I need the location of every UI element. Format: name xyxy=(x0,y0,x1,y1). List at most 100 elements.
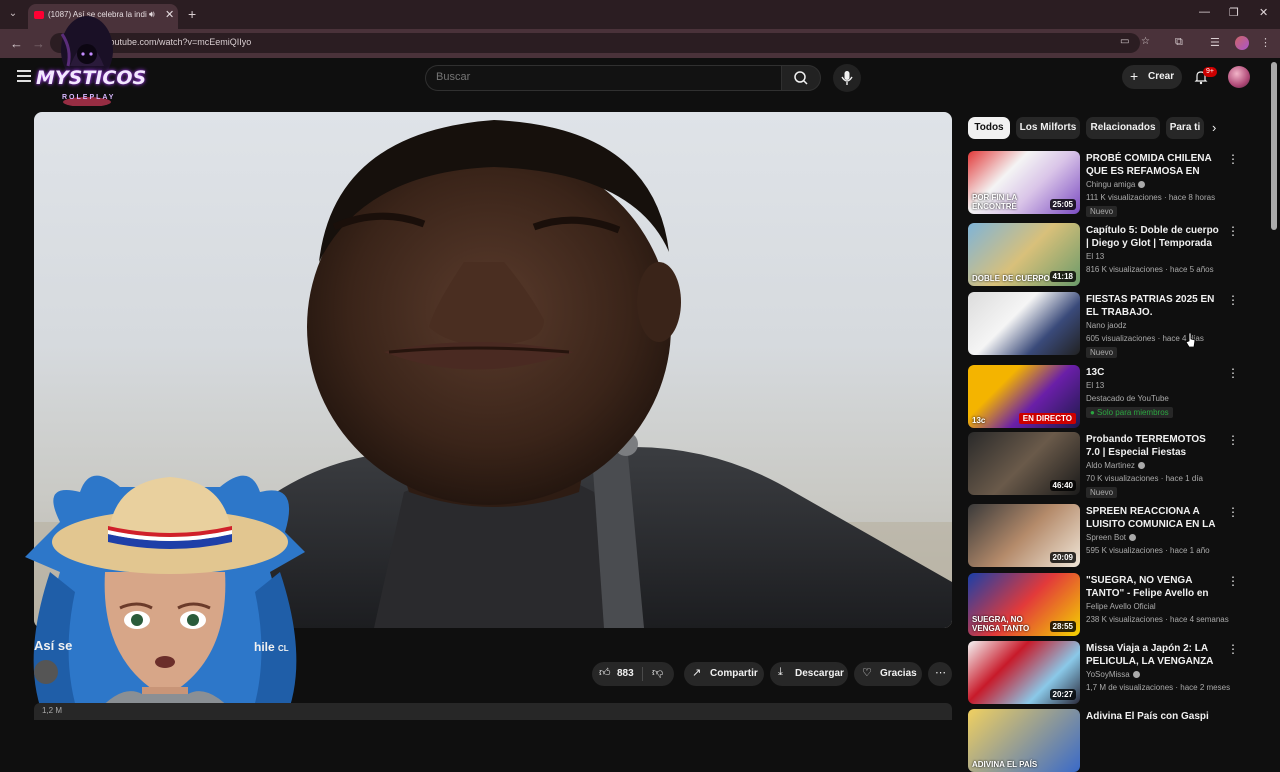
chip-relacionados[interactable]: Relacionados xyxy=(1086,117,1160,139)
more-horizontal-icon: ⋯ xyxy=(935,667,946,679)
description-snippet: 1,2 M xyxy=(42,706,63,715)
recommendation-title[interactable]: SPREEN REACCIONA A LUISITO COMUNICA EN L… xyxy=(1086,505,1221,531)
more-options-icon[interactable]: ⋮ xyxy=(1227,574,1239,588)
chip-para-ti[interactable]: Para ti xyxy=(1166,117,1204,139)
search-button[interactable] xyxy=(781,65,821,91)
recommendation-thumbnail[interactable]: 20:09 xyxy=(968,504,1080,567)
duration-badge: 41:18 xyxy=(1049,271,1076,282)
search-input[interactable] xyxy=(434,70,768,84)
recommendation-thumbnail[interactable]: DOBLE DE CUERPO 41:18 xyxy=(968,223,1080,286)
minimize-icon[interactable]: — xyxy=(1199,6,1210,18)
recommendation-title[interactable]: Capítulo 5: Doble de cuerpo | Diego y Gl… xyxy=(1086,224,1221,250)
plus-icon: + xyxy=(1130,68,1139,84)
thumbnail-caption: POR FIN LA ENCONTRÉ xyxy=(972,193,1018,211)
recommendation-thumbnail[interactable]: ADIVINA EL PAÍS xyxy=(968,709,1080,772)
thumbs-up-icon[interactable]: 👍︎ xyxy=(599,666,611,679)
sidebar-panel-icon[interactable]: ☰ xyxy=(1210,36,1220,49)
channel-avatar[interactable] xyxy=(34,660,58,684)
thumbnail-caption: 13c xyxy=(972,416,986,425)
more-options-icon[interactable]: ⋮ xyxy=(1227,152,1239,166)
address-bar[interactable]: youtube.com/watch?v=mcEemiQIIyo ▭ ☆ xyxy=(50,33,1150,53)
recommendation-thumbnail[interactable]: 20:27 xyxy=(968,641,1080,704)
search-field[interactable] xyxy=(425,65,782,91)
chip-los-milforts[interactable]: Los Milforts xyxy=(1016,117,1080,139)
create-button[interactable]: + Crear xyxy=(1122,65,1182,89)
restore-icon[interactable]: ❐ xyxy=(1229,6,1239,19)
chevron-right-icon[interactable]: › xyxy=(1212,120,1216,135)
verified-check-icon xyxy=(1132,671,1140,678)
download-button[interactable]: ⤓ Descargar xyxy=(770,662,848,686)
recommendation-thumbnail[interactable]: 46:40 xyxy=(968,432,1080,495)
browser-menu-icon[interactable]: ⋮ xyxy=(1260,36,1271,49)
recommendation-thumbnail[interactable]: POR FIN LA ENCONTRÉ 25:05 xyxy=(968,151,1080,214)
search-icon xyxy=(794,71,808,85)
recommendation-meta: 816 K visualizaciones · hace 5 años xyxy=(1086,265,1214,274)
chip-todos[interactable]: Todos xyxy=(968,117,1010,139)
recommendation-channel[interactable]: YoSoyMissa xyxy=(1086,670,1140,679)
browser-profile-avatar[interactable] xyxy=(1235,36,1249,50)
video-title-end: hile CL xyxy=(254,640,289,654)
recommendation-channel[interactable]: Aldo Martinez xyxy=(1086,461,1145,470)
recommendation-channel[interactable]: Spreen Bot xyxy=(1086,533,1137,542)
recommendation-meta: 238 K visualizaciones · hace 4 semanas xyxy=(1086,615,1229,624)
close-window-icon[interactable]: ✕ xyxy=(1259,6,1268,19)
recommendation-title[interactable]: FIESTAS PATRIAS 2025 EN EL TRABAJO. xyxy=(1086,293,1221,319)
thanks-label: Gracias xyxy=(880,668,917,679)
extensions-icon[interactable]: ⧉ xyxy=(1175,36,1183,49)
page-scrollbar[interactable] xyxy=(1271,62,1277,230)
tab-search-icon[interactable]: ⌄ xyxy=(6,7,20,21)
like-count[interactable]: 883 xyxy=(617,668,634,679)
description-box[interactable]: 1,2 M xyxy=(34,703,952,720)
thumbnail-caption: DOBLE DE CUERPO xyxy=(972,274,1050,283)
recommendation-thumbnail[interactable]: 13c EN DIRECTO xyxy=(968,365,1080,428)
account-avatar[interactable] xyxy=(1228,66,1250,88)
new-tab-icon[interactable]: + xyxy=(188,6,196,22)
more-options-icon[interactable]: ⋮ xyxy=(1227,224,1239,238)
thanks-button[interactable]: ♡ Gracias xyxy=(854,662,922,686)
speaker-icon[interactable]: 🔊︎ xyxy=(149,9,155,20)
recommendation-channel[interactable]: El 13 xyxy=(1086,252,1104,261)
thumbnail-caption: SUEGRA, NO VENGA TANTO xyxy=(972,615,1030,633)
like-divider xyxy=(642,667,643,681)
recommendation-thumbnail[interactable]: SUEGRA, NO VENGA TANTO 28:55 xyxy=(968,573,1080,636)
back-arrow-icon[interactable]: ← xyxy=(10,36,23,51)
members-only-badge: ● Solo para miembros xyxy=(1086,407,1173,418)
create-label: Crear xyxy=(1148,71,1175,82)
recommendation-title[interactable]: PROBÉ COMIDA CHILENA QUE ES REFAMOSA EN … xyxy=(1086,152,1221,178)
more-options-icon[interactable]: ⋮ xyxy=(1227,505,1239,519)
more-options-icon[interactable]: ⋮ xyxy=(1227,433,1239,447)
recommendation-title[interactable]: 13C xyxy=(1086,366,1221,379)
new-badge: Nuevo xyxy=(1086,206,1118,217)
recommendation-channel[interactable]: Felipe Avello Oficial xyxy=(1086,602,1156,611)
recommendation-meta: 1,7 M de visualizaciones · hace 2 meses xyxy=(1086,683,1231,692)
more-options-icon[interactable]: ⋮ xyxy=(1227,642,1239,656)
close-tab-icon[interactable]: ✕ xyxy=(165,8,174,21)
recommendation-title[interactable]: "SUEGRA, NO VENGA TANTO" - Felipe Avello… xyxy=(1086,574,1221,600)
duration-badge: 46:40 xyxy=(1049,480,1076,491)
recommendation-channel[interactable]: Chingu amiga xyxy=(1086,180,1146,189)
menu-hamburger-icon[interactable] xyxy=(17,70,31,85)
browser-tab-strip: ⌄ (1087) Así se celebra la indi 🔊︎ ✕ + —… xyxy=(0,0,1280,29)
recommendation-title[interactable]: Probando TERREMOTOS 7.0 | Especial Fiest… xyxy=(1086,433,1221,459)
voice-search-button[interactable] xyxy=(833,64,861,92)
recommendation-channel[interactable]: Nano jaodz xyxy=(1086,321,1126,330)
duration-badge: 28:55 xyxy=(1049,621,1076,632)
recommendation-title[interactable]: Missa Viaja a Japón 2: LA PELICULA, LA V… xyxy=(1086,642,1221,668)
recommendation-title[interactable]: Adivina El País con Gaspi xyxy=(1086,710,1221,723)
bookmark-star-icon[interactable]: ☆ xyxy=(1141,36,1150,47)
more-actions-button[interactable]: ⋯ xyxy=(928,662,952,686)
like-dislike-group: 👍︎ 883 👎︎ xyxy=(592,662,674,686)
duration-badge: 25:05 xyxy=(1049,199,1076,210)
recommendation-meta: Destacado de YouTube xyxy=(1086,394,1169,403)
cast-icon[interactable]: ▭ xyxy=(1120,36,1129,47)
share-button[interactable]: ↗ Compartir xyxy=(684,662,764,686)
more-options-icon[interactable]: ⋮ xyxy=(1227,366,1239,380)
recommendation-thumbnail[interactable] xyxy=(968,292,1080,355)
more-options-icon[interactable]: ⋮ xyxy=(1227,293,1239,307)
thumbnail-caption: ADIVINA EL PAÍS xyxy=(972,760,1038,769)
thumbs-down-icon[interactable]: 👎︎ xyxy=(652,666,663,679)
video-title: Así se xyxy=(34,638,73,653)
share-label: Compartir xyxy=(710,668,758,679)
recommendation-channel[interactable]: El 13 xyxy=(1086,381,1104,390)
download-label: Descargar xyxy=(795,668,844,679)
